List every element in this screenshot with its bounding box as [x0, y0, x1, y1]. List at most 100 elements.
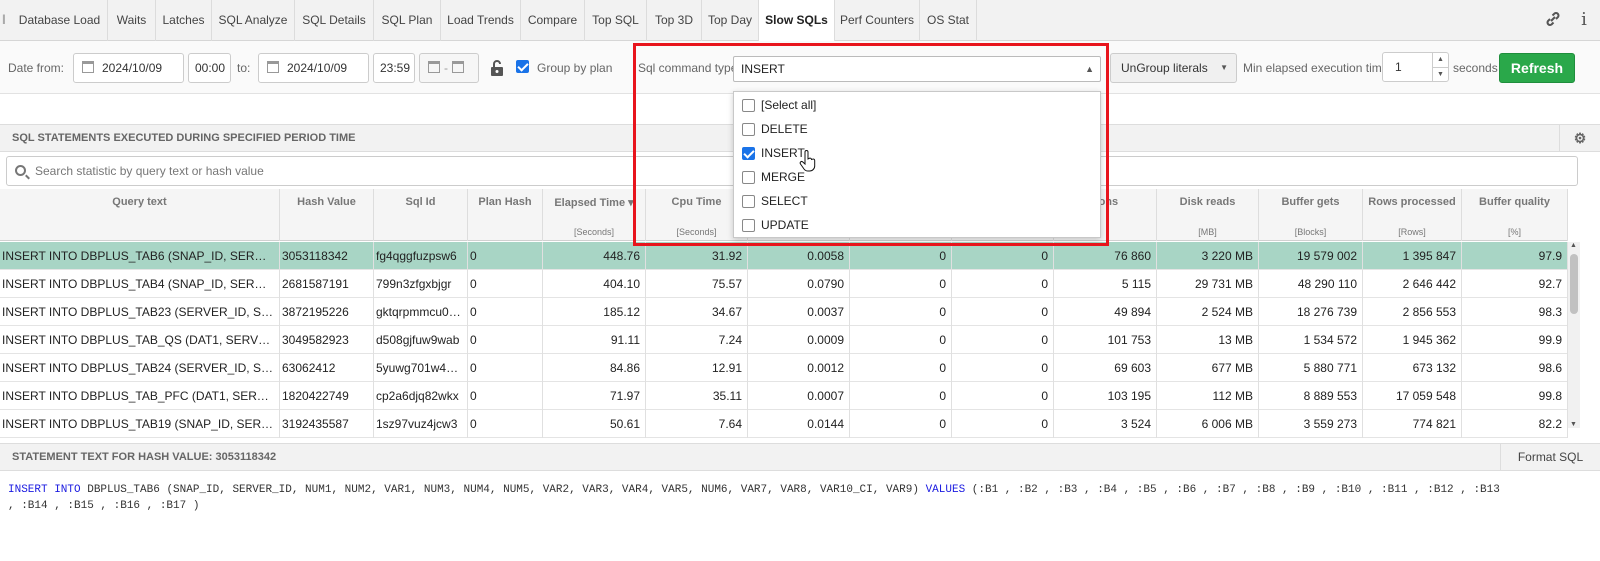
table-row[interactable]: INSERT INTO DBPLUS_TAB24 (SERVER_ID, SNA… — [0, 354, 1568, 382]
option-checkbox[interactable] — [742, 171, 755, 184]
link-icon[interactable] — [1543, 10, 1563, 30]
tab-slow-sqls[interactable]: Slow SQLs — [759, 0, 835, 42]
date-to-input[interactable]: 2024/10/09 — [258, 53, 369, 83]
dropdown-option-merge[interactable]: MERGE — [734, 166, 1100, 190]
date-to-label: to: — [237, 61, 251, 75]
format-sql-button[interactable]: Format SQL — [1500, 444, 1600, 470]
stepper-up-icon[interactable]: ▲ — [1432, 53, 1448, 67]
table-row[interactable]: INSERT INTO DBPLUS_TAB19 (SNAP_ID, SERVE… — [0, 410, 1568, 438]
column-header[interactable]: Hash Value — [280, 189, 374, 241]
table-cell: d508gjfuw9wab — [374, 326, 468, 354]
calendar-icon — [452, 61, 464, 73]
table-cell: 2 646 442 — [1363, 270, 1462, 298]
table-row[interactable]: INSERT INTO DBPLUS_TAB_PFC (DAT1, SERVER… — [0, 382, 1568, 410]
table-row[interactable]: INSERT INTO DBPLUS_TAB23 (SERVER_ID, SNA… — [0, 298, 1568, 326]
info-icon[interactable]: i — [1574, 10, 1594, 30]
table-cell: 91.11 — [543, 326, 646, 354]
refresh-button[interactable]: Refresh — [1499, 53, 1575, 83]
dropdown-option-select-all[interactable]: [Select all] — [734, 94, 1100, 118]
table-cell: 3872195226 — [280, 298, 374, 326]
dropdown-option-delete[interactable]: DELETE — [734, 118, 1100, 142]
time-to-input[interactable]: 23:59 — [373, 53, 415, 83]
unlock-icon[interactable] — [489, 59, 505, 77]
statement-part: DBPLUS_TAB6 (SNAP_ID, SERVER_ID, NUM1, N… — [80, 484, 926, 496]
column-unit: [MB] — [1198, 227, 1217, 237]
statement-section-title: STATEMENT TEXT FOR HASH VALUE: 305311834… — [12, 451, 277, 463]
tab-top-3d[interactable]: Top 3D — [647, 0, 702, 41]
option-label: SELECT — [761, 194, 808, 208]
ungroup-literals-button[interactable]: UnGroup literals ▼ — [1110, 53, 1237, 83]
column-header[interactable]: Buffer gets [Blocks] — [1259, 189, 1363, 241]
table-cell: 1 534 572 — [1259, 326, 1363, 354]
gear-icon[interactable]: ⚙ — [1559, 125, 1600, 151]
tab-top-day[interactable]: Top Day — [702, 0, 759, 41]
table-cell: 0 — [468, 410, 543, 438]
tab-waits[interactable]: Waits — [108, 0, 156, 41]
column-header[interactable]: Disk reads [MB] — [1157, 189, 1259, 241]
date-from-label: Date from: — [8, 61, 65, 75]
table-cell: 3053118342 — [280, 242, 374, 270]
column-header[interactable]: Plan Hash — [468, 189, 543, 241]
tab-sql-details[interactable]: SQL Details — [295, 0, 374, 41]
tab-sql-analyze[interactable]: SQL Analyze — [212, 0, 295, 41]
table-row[interactable]: INSERT INTO DBPLUS_TAB6 (SNAP_ID, SERVER… — [0, 242, 1568, 270]
date-from-value: 2024/10/09 — [102, 61, 163, 75]
dropdown-option-select[interactable]: SELECT — [734, 190, 1100, 214]
min-elapsed-stepper[interactable]: 1 ▲ ▼ — [1382, 52, 1449, 82]
date-range-picker[interactable]: - — [419, 53, 479, 83]
table-cell: 19 579 002 — [1259, 242, 1363, 270]
column-header[interactable]: Rows processed [Rows] — [1363, 189, 1462, 241]
column-header[interactable]: Buffer quality [%] — [1462, 189, 1568, 241]
option-checkbox[interactable] — [742, 123, 755, 136]
option-checkbox[interactable] — [742, 147, 755, 160]
time-from-input[interactable]: 00:00 — [188, 53, 231, 83]
tab-compare[interactable]: Compare — [521, 0, 585, 41]
column-header[interactable]: Elapsed Time ▾ [Seconds] — [543, 189, 646, 241]
column-unit: [Rows] — [1398, 227, 1426, 237]
scroll-up-icon[interactable]: ▲ — [1570, 242, 1577, 249]
option-checkbox[interactable] — [742, 219, 755, 232]
column-unit: [Blocks] — [1294, 227, 1327, 237]
tab-database-load[interactable]: Database Load — [12, 0, 108, 41]
table-row[interactable]: INSERT INTO DBPLUS_TAB4 (SNAP_ID, SERVER… — [0, 270, 1568, 298]
table-cell: 5 880 771 — [1259, 354, 1363, 382]
table-cell: INSERT INTO DBPLUS_TAB_PFC (DAT1, SERVER… — [0, 382, 280, 410]
table-cell: 0 — [850, 382, 952, 410]
tab-os-stat[interactable]: OS Stat — [920, 0, 977, 41]
tab-top-sql[interactable]: Top SQL — [585, 0, 647, 41]
option-checkbox[interactable] — [742, 99, 755, 112]
scrollbar-thumb[interactable] — [1570, 254, 1578, 314]
stepper-down-icon[interactable]: ▼ — [1432, 67, 1448, 81]
table-cell: 18 276 739 — [1259, 298, 1363, 326]
column-header[interactable]: Sql Id — [374, 189, 468, 241]
table-cell: 0 — [850, 242, 952, 270]
dropdown-option-update[interactable]: UPDATE — [734, 214, 1100, 238]
scroll-down-icon[interactable]: ▼ — [1570, 421, 1577, 428]
table-row[interactable]: INSERT INTO DBPLUS_TAB_QS (DAT1, SERVER_… — [0, 326, 1568, 354]
column-title: Query text — [112, 196, 167, 208]
drag-grip-icon[interactable]: ||| — [2, 13, 10, 27]
tab-sql-plan[interactable]: SQL Plan — [374, 0, 441, 41]
date-from-input[interactable]: 2024/10/09 — [73, 53, 184, 83]
table-cell: 12.91 — [646, 354, 748, 382]
table-scrollbar[interactable]: ▲ ▼ — [1568, 242, 1580, 428]
table-cell: 2681587191 — [280, 270, 374, 298]
table-cell: 799n3zfgxbjgr — [374, 270, 468, 298]
table-cell: 0.0007 — [748, 382, 850, 410]
column-header[interactable]: Query text — [0, 189, 280, 241]
tab-load-trends[interactable]: Load Trends — [441, 0, 521, 41]
sql-command-type-select[interactable]: INSERT ▲ — [733, 56, 1101, 82]
table-cell: 2 856 553 — [1363, 298, 1462, 326]
date-to-value: 2024/10/09 — [287, 61, 348, 75]
tab-latches[interactable]: Latches — [156, 0, 212, 41]
option-checkbox[interactable] — [742, 195, 755, 208]
statement-section-header: STATEMENT TEXT FOR HASH VALUE: 305311834… — [0, 443, 1600, 471]
group-by-plan-checkbox[interactable] — [516, 60, 529, 73]
column-unit: [Seconds] — [573, 227, 615, 237]
table-cell: 76 860 — [1054, 242, 1157, 270]
dropdown-option-insert[interactable]: INSERT — [734, 142, 1100, 166]
tab-perf-counters[interactable]: Perf Counters — [835, 0, 920, 41]
column-title: Cpu Time — [671, 196, 722, 208]
table-cell: 0 — [468, 382, 543, 410]
search-placeholder: Search statistic by query text or hash v… — [35, 164, 264, 178]
